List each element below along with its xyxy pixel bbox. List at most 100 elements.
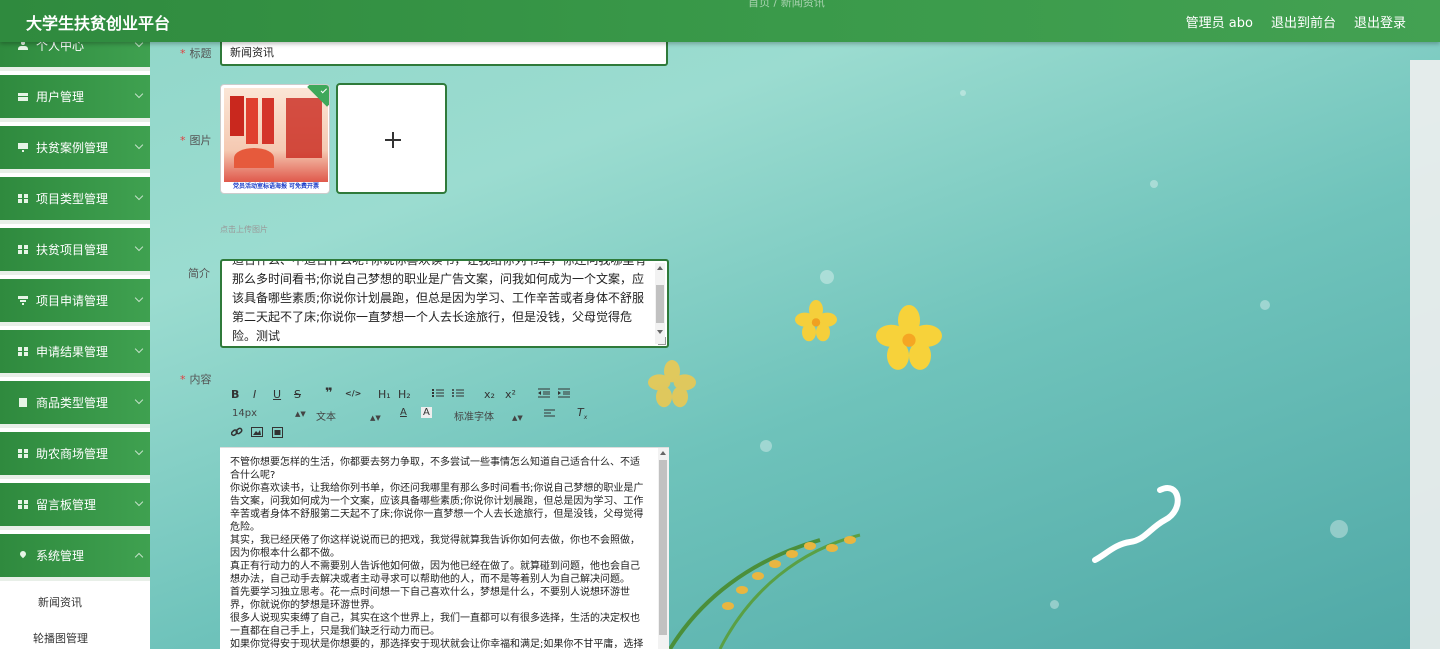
editor-paragraph: 真正有行动力的人不需要别人告诉他如何做，因为他已经在做了。就算碰到问题，他也会自…	[230, 561, 640, 585]
sidebar-item-label: 项目申请管理	[36, 294, 109, 308]
background-color-icon[interactable]: A	[421, 407, 432, 418]
chevron-down-icon	[134, 89, 144, 99]
chevron-down-icon	[134, 242, 144, 252]
logout-link[interactable]: 退出登录	[1354, 12, 1406, 31]
title-input[interactable]: 新闻资讯	[220, 38, 668, 66]
code-block-button[interactable]: </>	[345, 389, 361, 398]
app-title: 大学生扶贫创业平台	[26, 14, 171, 33]
grid-icon	[18, 194, 28, 203]
align-icon[interactable]	[544, 408, 555, 421]
blockquote-button[interactable]: ❞	[325, 386, 333, 401]
sidebar-item-label: 商品类型管理	[36, 396, 109, 410]
text-type-select[interactable]: 文本 ▲▼	[316, 408, 381, 423]
sidebar-item-poverty-projects[interactable]: 扶贫项目管理	[0, 228, 150, 275]
sidebar-item-message-board[interactable]: 留言板管理	[0, 483, 150, 530]
sidebar-item-users[interactable]: 用户管理	[0, 75, 150, 122]
content-label: * 内容	[180, 373, 212, 386]
sidebar-item-project-applications[interactable]: 项目申请管理	[0, 279, 150, 326]
scroll-up-icon[interactable]	[660, 451, 666, 455]
strike-button[interactable]: S	[294, 388, 301, 401]
editor-scrollbar[interactable]	[658, 448, 669, 649]
chevron-up-icon	[134, 552, 144, 562]
sidebar-item-application-results[interactable]: 申请结果管理	[0, 330, 150, 377]
intro-text: 适合什么、不适合什么呢?你说你喜欢读书，让我给你列书单，你还问我哪里有那么多时间…	[232, 259, 647, 343]
admin-user-label[interactable]: 管理员 abo	[1186, 12, 1253, 31]
editor-paragraph: 不管你想要怎样的生活，你都要去努力争取，不多尝试一些事情怎么知道自己适合什么、不…	[230, 457, 640, 481]
editor-toolbar: B I U S ❞ </> H₁ H₂ x₂ x² 14px ▲▼ 文本 ▲▼ A …	[220, 380, 669, 442]
intro-textarea[interactable]: 适合什么、不适合什么呢?你说你喜欢读书，让我给你列书单，你还问我哪里有那么多时间…	[220, 259, 669, 348]
upload-hint: 点击上传图片	[220, 225, 268, 234]
sidebar-item-poverty-cases[interactable]: 扶贫案例管理	[0, 126, 150, 173]
editor-paragraph: 首先要学习独立思考。花一点时间想一下自己喜欢什么，梦想是什么，不要别人说想环游世…	[230, 587, 630, 611]
sidebar-item-farm-market[interactable]: 助农商场管理	[0, 432, 150, 479]
editor-paragraph: 很多人说现实束缚了自己，其实在这个世界上，我们一直都可以有很多选择，生活的决定权…	[230, 613, 640, 637]
subscript-button[interactable]: x₂	[484, 388, 495, 401]
person-icon	[18, 42, 28, 50]
filter-icon	[18, 296, 28, 305]
superscript-button[interactable]: x²	[505, 388, 516, 401]
resize-handle[interactable]	[658, 337, 666, 345]
chevron-down-icon	[134, 446, 144, 456]
bullet-list-icon[interactable]	[452, 388, 464, 401]
sidebar-subitem-carousel[interactable]: 轮播图管理	[0, 621, 150, 649]
chevron-down-icon	[134, 395, 144, 405]
font-family-select[interactable]: 标准字体 ▲▼	[454, 408, 523, 423]
heading1-button[interactable]: H₁	[378, 388, 391, 401]
users-icon	[18, 92, 28, 101]
scroll-up-icon[interactable]	[657, 266, 663, 270]
uploaded-image-thumbnail[interactable]: 党员活动室标语海报 可免费开票	[220, 84, 330, 194]
sidebar-item-label: 扶贫项目管理	[36, 243, 109, 257]
indent-icon[interactable]	[558, 388, 570, 401]
rich-text-editor[interactable]: 不管你想要怎样的生活，你都要去努力争取，不多尝试一些事情怎么知道自己适合什么、不…	[220, 447, 669, 649]
chevron-down-icon	[134, 191, 144, 201]
video-icon[interactable]	[272, 427, 283, 441]
sidebar-item-profile[interactable]: 个人中心	[0, 42, 150, 71]
exit-to-front-link[interactable]: 退出到前台	[1271, 12, 1336, 31]
top-header: 大学生扶贫创业平台 首页 / 新闻资讯 管理员 abo 退出到前台 退出登录	[0, 0, 1440, 42]
chevron-down-icon	[134, 497, 144, 507]
heading2-button[interactable]: H₂	[398, 388, 411, 401]
sidebar-item-label: 个人中心	[36, 42, 85, 53]
breadcrumb: 首页 / 新闻资讯	[748, 0, 825, 9]
clear-format-icon[interactable]: Tx	[577, 406, 587, 421]
sidebar-item-label: 扶贫案例管理	[36, 141, 109, 155]
chevron-down-icon	[134, 344, 144, 354]
editor-paragraph: 其实，我已经厌倦了你这样说说而已的把戏，我觉得就算我告诉你如何去做，你也不会照做…	[230, 535, 640, 559]
grid-icon	[18, 449, 28, 458]
image-upload-button[interactable]	[336, 83, 447, 194]
underline-button[interactable]: U	[273, 388, 281, 401]
editor-paragraph: 如果你觉得安于现状是你想要的，那选择安于现状就会让你幸福和满足;如果你不甘平庸，…	[230, 639, 644, 649]
chevron-down-icon	[134, 42, 144, 48]
bold-button[interactable]: B	[231, 388, 239, 401]
image-icon[interactable]	[251, 427, 263, 440]
sidebar-subitem-news[interactable]: 新闻资讯	[0, 585, 150, 619]
sidebar-item-product-types[interactable]: 商品类型管理	[0, 381, 150, 428]
sidebar-subitem-label: 轮播图管理	[33, 632, 88, 645]
scroll-thumb[interactable]	[656, 285, 664, 323]
font-size-select[interactable]: 14px ▲▼	[232, 408, 306, 419]
outdent-icon[interactable]	[538, 388, 550, 401]
italic-button[interactable]: I	[253, 388, 256, 401]
ordered-list-icon[interactable]	[432, 388, 444, 401]
intro-scrollbar[interactable]	[655, 263, 665, 344]
intro-label: 简介	[188, 267, 210, 280]
chevron-down-icon	[134, 293, 144, 303]
grid-icon	[18, 500, 28, 509]
image-label: * 图片	[180, 134, 212, 147]
editor-content[interactable]: 不管你想要怎样的生活，你都要去努力争取，不多尝试一些事情怎么知道自己适合什么、不…	[230, 456, 644, 649]
scroll-thumb[interactable]	[659, 460, 667, 635]
font-color-icon[interactable]: A	[400, 407, 407, 418]
poster-caption: 党员活动室标语海报 可免费开票	[224, 182, 328, 192]
sidebar-item-label: 申请结果管理	[36, 345, 109, 359]
sidebar-item-label: 项目类型管理	[36, 192, 109, 206]
pin-icon	[18, 549, 28, 560]
sidebar-item-label: 系统管理	[36, 549, 85, 563]
sidebar: 个人中心 用户管理 扶贫案例管理 项目类型管理 扶贫项目管理 项目申请管理 申请…	[0, 42, 150, 649]
sidebar-item-system[interactable]: 系统管理	[0, 534, 150, 581]
scroll-down-icon[interactable]	[657, 330, 663, 334]
sidebar-item-label: 用户管理	[36, 90, 85, 104]
poster-image: 党员活动室标语海报 可免费开票	[224, 88, 328, 192]
sidebar-item-project-types[interactable]: 项目类型管理	[0, 177, 150, 224]
link-icon[interactable]	[230, 427, 243, 441]
title-label: * 标题	[180, 47, 212, 60]
